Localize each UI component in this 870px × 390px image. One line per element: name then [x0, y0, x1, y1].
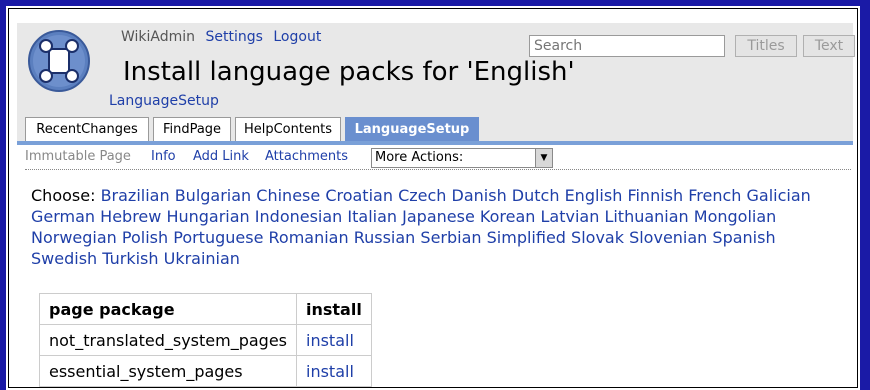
moinmoin-logo-icon [28, 30, 90, 92]
language-link-slovak[interactable]: Slovak [571, 228, 624, 247]
page-content: WikiAdmin Settings Logout Install langua… [8, 8, 858, 388]
language-link-hebrew[interactable]: Hebrew [100, 207, 161, 226]
language-link-lithuanian[interactable]: Lithuanian [604, 207, 688, 226]
language-link-russian[interactable]: Russian [354, 228, 416, 247]
language-link-slovenian[interactable]: Slovenian [629, 228, 707, 247]
language-link-norwegian[interactable]: Norwegian [31, 228, 117, 247]
language-link-italian[interactable]: Italian [347, 207, 397, 226]
divider [25, 169, 851, 170]
dropdown-arrow-icon: ▼ [535, 149, 552, 167]
more-actions-label: More Actions: [375, 150, 464, 165]
language-link-simplified[interactable]: Simplified [487, 228, 566, 247]
text-button[interactable]: Text [803, 35, 855, 57]
more-actions-select[interactable]: More Actions: ▼ [371, 148, 553, 168]
install-link[interactable]: install [296, 324, 372, 356]
install-link[interactable]: install [296, 355, 372, 387]
choose-label: Choose: [31, 186, 96, 205]
tab-findpage[interactable]: FindPage [153, 117, 231, 141]
language-link-hungarian[interactable]: Hungarian [166, 207, 249, 226]
language-link-latvian[interactable]: Latvian [540, 207, 599, 226]
language-link-danish[interactable]: Danish [452, 186, 507, 205]
username[interactable]: WikiAdmin [121, 29, 195, 45]
language-link-dutch[interactable]: Dutch [512, 186, 560, 205]
immutable-page-label: Immutable Page [25, 149, 131, 164]
user-links: WikiAdmin Settings Logout [121, 29, 327, 45]
language-link-korean[interactable]: Korean [480, 207, 536, 226]
language-link-german[interactable]: German [31, 207, 95, 226]
language-link-polish[interactable]: Polish [122, 228, 168, 247]
page-title: Install language packs for 'English' [123, 57, 575, 87]
tab-languagesetup[interactable]: LanguageSetup [345, 117, 479, 141]
language-link-croatian[interactable]: Croatian [325, 186, 393, 205]
package-table: page package install not_translated_syst… [39, 293, 372, 387]
add-link-link[interactable]: Add Link [193, 145, 249, 169]
language-link-romanian[interactable]: Romanian [269, 228, 349, 247]
table-header-row: page package install [39, 293, 372, 325]
info-link[interactable]: Info [151, 145, 176, 169]
language-link-czech[interactable]: Czech [398, 186, 446, 205]
language-link-english[interactable]: English [565, 186, 623, 205]
table-row: essential_system_pages install [39, 355, 372, 387]
language-link-ukrainian[interactable]: Ukrainian [164, 249, 240, 268]
language-list: Brazilian Bulgarian Chinese Croatian Cze… [31, 186, 811, 268]
language-link-bulgarian[interactable]: Bulgarian [175, 186, 252, 205]
language-link-brazilian[interactable]: Brazilian [101, 186, 170, 205]
language-link-french[interactable]: French [688, 186, 741, 205]
browser-frame: WikiAdmin Settings Logout Install langua… [6, 6, 860, 390]
language-link-portuguese[interactable]: Portuguese [173, 228, 263, 247]
language-link-mongolian[interactable]: Mongolian [694, 207, 777, 226]
settings-link[interactable]: Settings [206, 29, 263, 45]
attachments-link[interactable]: Attachments [265, 145, 348, 169]
package-name: essential_system_pages [39, 355, 297, 387]
language-link-galician[interactable]: Galician [747, 186, 811, 205]
titles-button[interactable]: Titles [735, 35, 797, 57]
tab-underline [17, 141, 853, 145]
language-link-indonesian[interactable]: Indonesian [255, 207, 343, 226]
tab-recentchanges[interactable]: RecentChanges [25, 117, 149, 141]
package-name: not_translated_system_pages [39, 324, 297, 356]
search-input[interactable] [529, 35, 725, 57]
language-link-swedish[interactable]: Swedish [31, 249, 97, 268]
language-link-finnish[interactable]: Finnish [627, 186, 683, 205]
language-link-japanese[interactable]: Japanese [402, 207, 475, 226]
logout-link[interactable]: Logout [273, 29, 321, 45]
breadcrumb[interactable]: LanguageSetup [109, 93, 219, 109]
tab-helpcontents[interactable]: HelpContents [235, 117, 341, 141]
choose-languages: Choose: Brazilian Bulgarian Chinese Croa… [31, 185, 831, 269]
language-link-chinese[interactable]: Chinese [256, 186, 320, 205]
header-page-package: page package [39, 293, 297, 325]
language-link-turkish[interactable]: Turkish [102, 249, 158, 268]
language-link-serbian[interactable]: Serbian [420, 228, 481, 247]
language-link-spanish[interactable]: Spanish [712, 228, 775, 247]
table-row: not_translated_system_pages install [39, 324, 372, 356]
header-install: install [296, 293, 372, 325]
